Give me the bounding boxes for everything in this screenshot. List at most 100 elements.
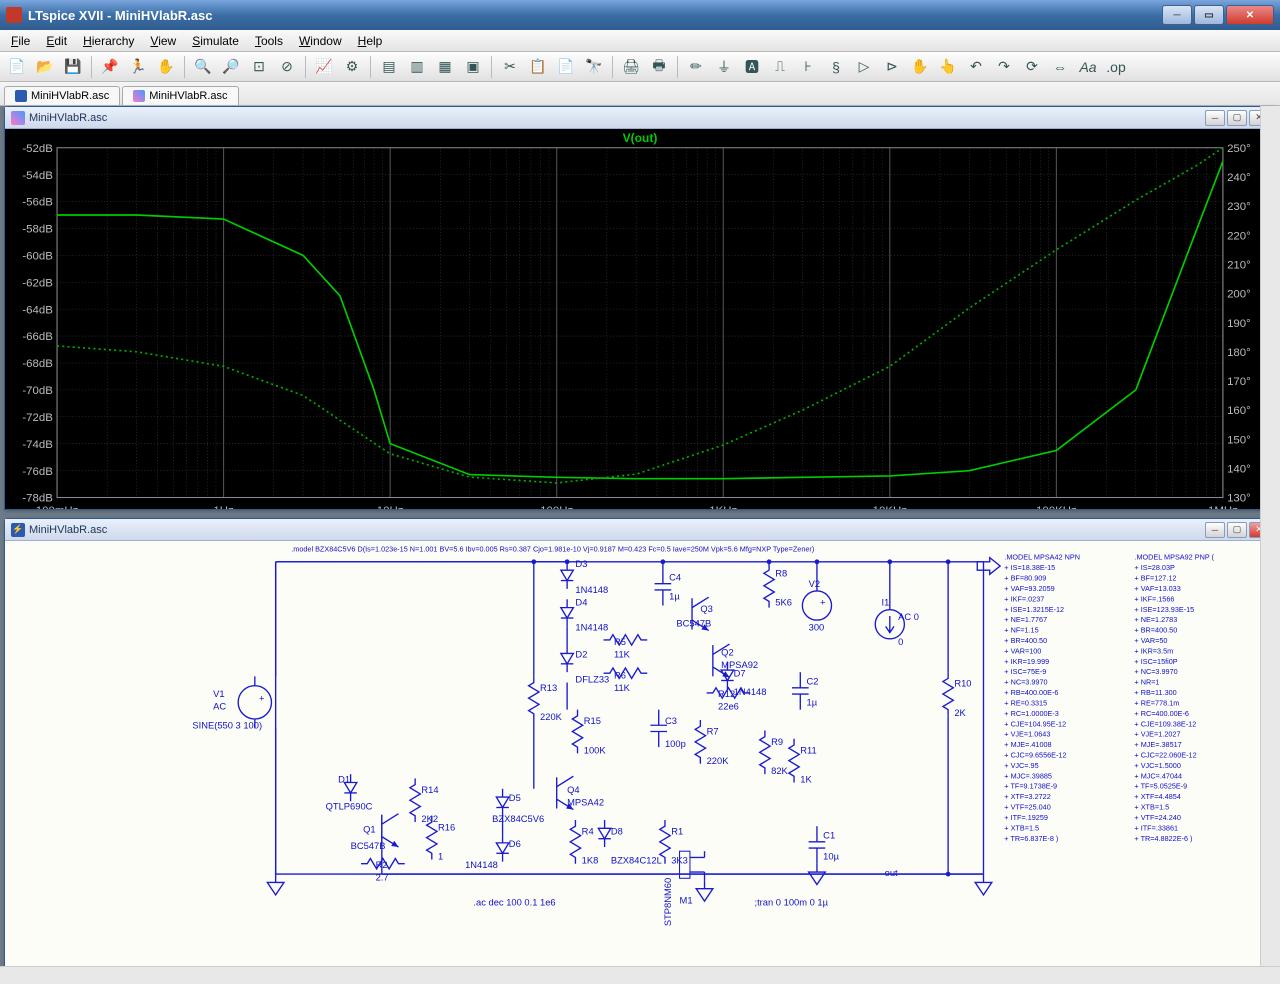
svg-text:250°: 250° [1227,143,1251,155]
svg-text:BC547B: BC547B [351,841,386,851]
schematic-minimize[interactable]: ─ [1205,522,1225,538]
waveform-minimize[interactable]: ─ [1205,110,1225,126]
move-icon[interactable]: ✋ [907,55,933,79]
svg-text:11K: 11K [614,650,631,660]
menu-view[interactable]: View [142,32,184,50]
cascade-icon[interactable]: ▦ [432,55,458,79]
inductor-icon[interactable]: § [823,55,849,79]
maximize-button[interactable]: ▭ [1194,5,1224,25]
setup-icon[interactable]: ⚙ [339,55,365,79]
svg-text:D4: D4 [575,598,587,608]
svg-text:240°: 240° [1227,172,1251,184]
svg-text:+ ISC=15fi0P: + ISC=15fi0P [1134,657,1177,666]
svg-text:1µ: 1µ [807,697,818,707]
undo-icon[interactable]: ↶ [963,55,989,79]
tile-horizontal-icon[interactable]: ▤ [376,55,402,79]
svg-text:+: + [820,598,825,608]
svg-text:220°: 220° [1227,230,1251,242]
svg-text:Q1: Q1 [363,824,376,834]
redo-icon[interactable]: ↷ [991,55,1017,79]
menu-help[interactable]: Help [350,32,391,50]
svg-text:-60dB: -60dB [22,251,53,263]
close-button[interactable]: ✕ [1226,5,1274,25]
svg-text:R4: R4 [582,827,594,837]
svg-text:200°: 200° [1227,289,1251,301]
svg-text:+ TR=4.8822E-6 ): + TR=4.8822E-6 ) [1134,834,1192,843]
mirror-icon[interactable]: ⇔ [1047,55,1073,79]
copy-icon[interactable]: 📋 [525,55,551,79]
svg-text:1KHz: 1KHz [709,505,737,509]
print-icon[interactable]: 🖨 [618,55,644,79]
zoom-in-icon[interactable]: 🔍 [190,55,216,79]
svg-text:+ RB=11.300: + RB=11.300 [1134,688,1176,697]
tool-pin-icon[interactable]: 📌 [97,55,123,79]
zoom-out-icon[interactable]: 🔎 [218,55,244,79]
diode-icon[interactable]: ▷ [851,55,877,79]
svg-text:Q2: Q2 [721,648,734,658]
zoom-back-icon[interactable]: ⊘ [274,55,300,79]
svg-text:C4: C4 [669,573,681,583]
schematic-canvas[interactable]: .model BZX84C5V6 D(Is=1.023e-15 N=1.001 … [5,541,1275,979]
menu-edit[interactable]: Edit [38,32,75,50]
svg-text:-76dB: -76dB [22,466,53,478]
svg-text:-54dB: -54dB [22,170,53,182]
print-setup-icon[interactable]: 🖶 [646,55,672,79]
svg-text:R1: R1 [671,827,683,837]
svg-text:D5: D5 [509,793,521,803]
titlebar: LTspice XVII - MiniHVlabR.asc ─ ▭ ✕ [0,0,1280,30]
resistor-icon[interactable]: ⎍ [767,55,793,79]
capacitor-icon[interactable]: ⊦ [795,55,821,79]
waveform-maximize[interactable]: ▢ [1227,110,1247,126]
open-icon[interactable]: 📂 [32,55,58,79]
pan-icon[interactable]: ✋ [153,55,179,79]
svg-text:+ NC=3.9970: + NC=3.9970 [1134,667,1177,676]
paste-icon[interactable]: 📄 [553,55,579,79]
run-icon[interactable]: 🏃 [125,55,151,79]
zoom-fit-icon[interactable]: ⊡ [246,55,272,79]
svg-text:Q3: Q3 [700,604,713,614]
vertical-scrollbar[interactable] [1260,106,1280,966]
svg-text:D2: D2 [575,650,587,660]
tile-vertical-icon[interactable]: ▥ [404,55,430,79]
menu-file[interactable]: File [3,32,38,50]
svg-text:-70dB: -70dB [22,385,53,397]
doctab-0[interactable]: MiniHVlabR.asc [4,86,120,105]
horizontal-scrollbar[interactable] [0,966,1280,984]
label-net-icon[interactable]: 🅰 [739,55,765,79]
autorange-icon[interactable]: 📈 [311,55,337,79]
component-icon[interactable]: ⊳ [879,55,905,79]
spice-directive-icon[interactable]: .op [1103,55,1129,79]
cut-icon[interactable]: ✂ [497,55,523,79]
new-schematic-icon[interactable]: 📄 [4,55,30,79]
menu-tools[interactable]: Tools [247,32,291,50]
svg-text:+ TF=5.0525E-9: + TF=5.0525E-9 [1134,782,1187,791]
svg-text:+ TF=9.1738E-9: + TF=9.1738E-9 [1004,782,1057,791]
svg-text:Q4: Q4 [567,785,580,795]
ground-icon[interactable]: ⏚ [711,55,737,79]
waveform-plot[interactable]: V(out) -52dB-54dB-56dB-58dB-60dB-62dB-64… [5,129,1275,509]
rotate-icon[interactable]: ⟳ [1019,55,1045,79]
svg-text:DFLZ33: DFLZ33 [575,675,609,685]
svg-text:+ IKF=.0237: + IKF=.0237 [1004,594,1044,603]
close-window-icon[interactable]: ▣ [460,55,486,79]
svg-text:R10: R10 [954,679,971,689]
menu-window[interactable]: Window [291,32,350,50]
waveform-title: MiniHVlabR.asc [29,112,107,124]
find-icon[interactable]: 🔭 [581,55,607,79]
menu-hierarchy[interactable]: Hierarchy [75,32,142,50]
svg-text:-58dB: -58dB [22,224,53,236]
minimize-button[interactable]: ─ [1162,5,1192,25]
doctab-1[interactable]: MiniHVlabR.asc [122,86,238,105]
drag-icon[interactable]: 👆 [935,55,961,79]
schematic-maximize[interactable]: ▢ [1227,522,1247,538]
menu-simulate[interactable]: Simulate [184,32,247,50]
svg-text:+ BF=127.12: + BF=127.12 [1134,574,1176,583]
svg-text:+ IKR=19.999: + IKR=19.999 [1004,657,1049,666]
svg-text:-68dB: -68dB [22,358,53,370]
svg-text:BC547B: BC547B [676,618,711,628]
wire-icon[interactable]: ✏ [683,55,709,79]
svg-text:22e6: 22e6 [718,702,739,712]
text-icon[interactable]: Aa [1075,55,1101,79]
svg-text:D7: D7 [734,668,746,678]
save-icon[interactable]: 💾 [60,55,86,79]
